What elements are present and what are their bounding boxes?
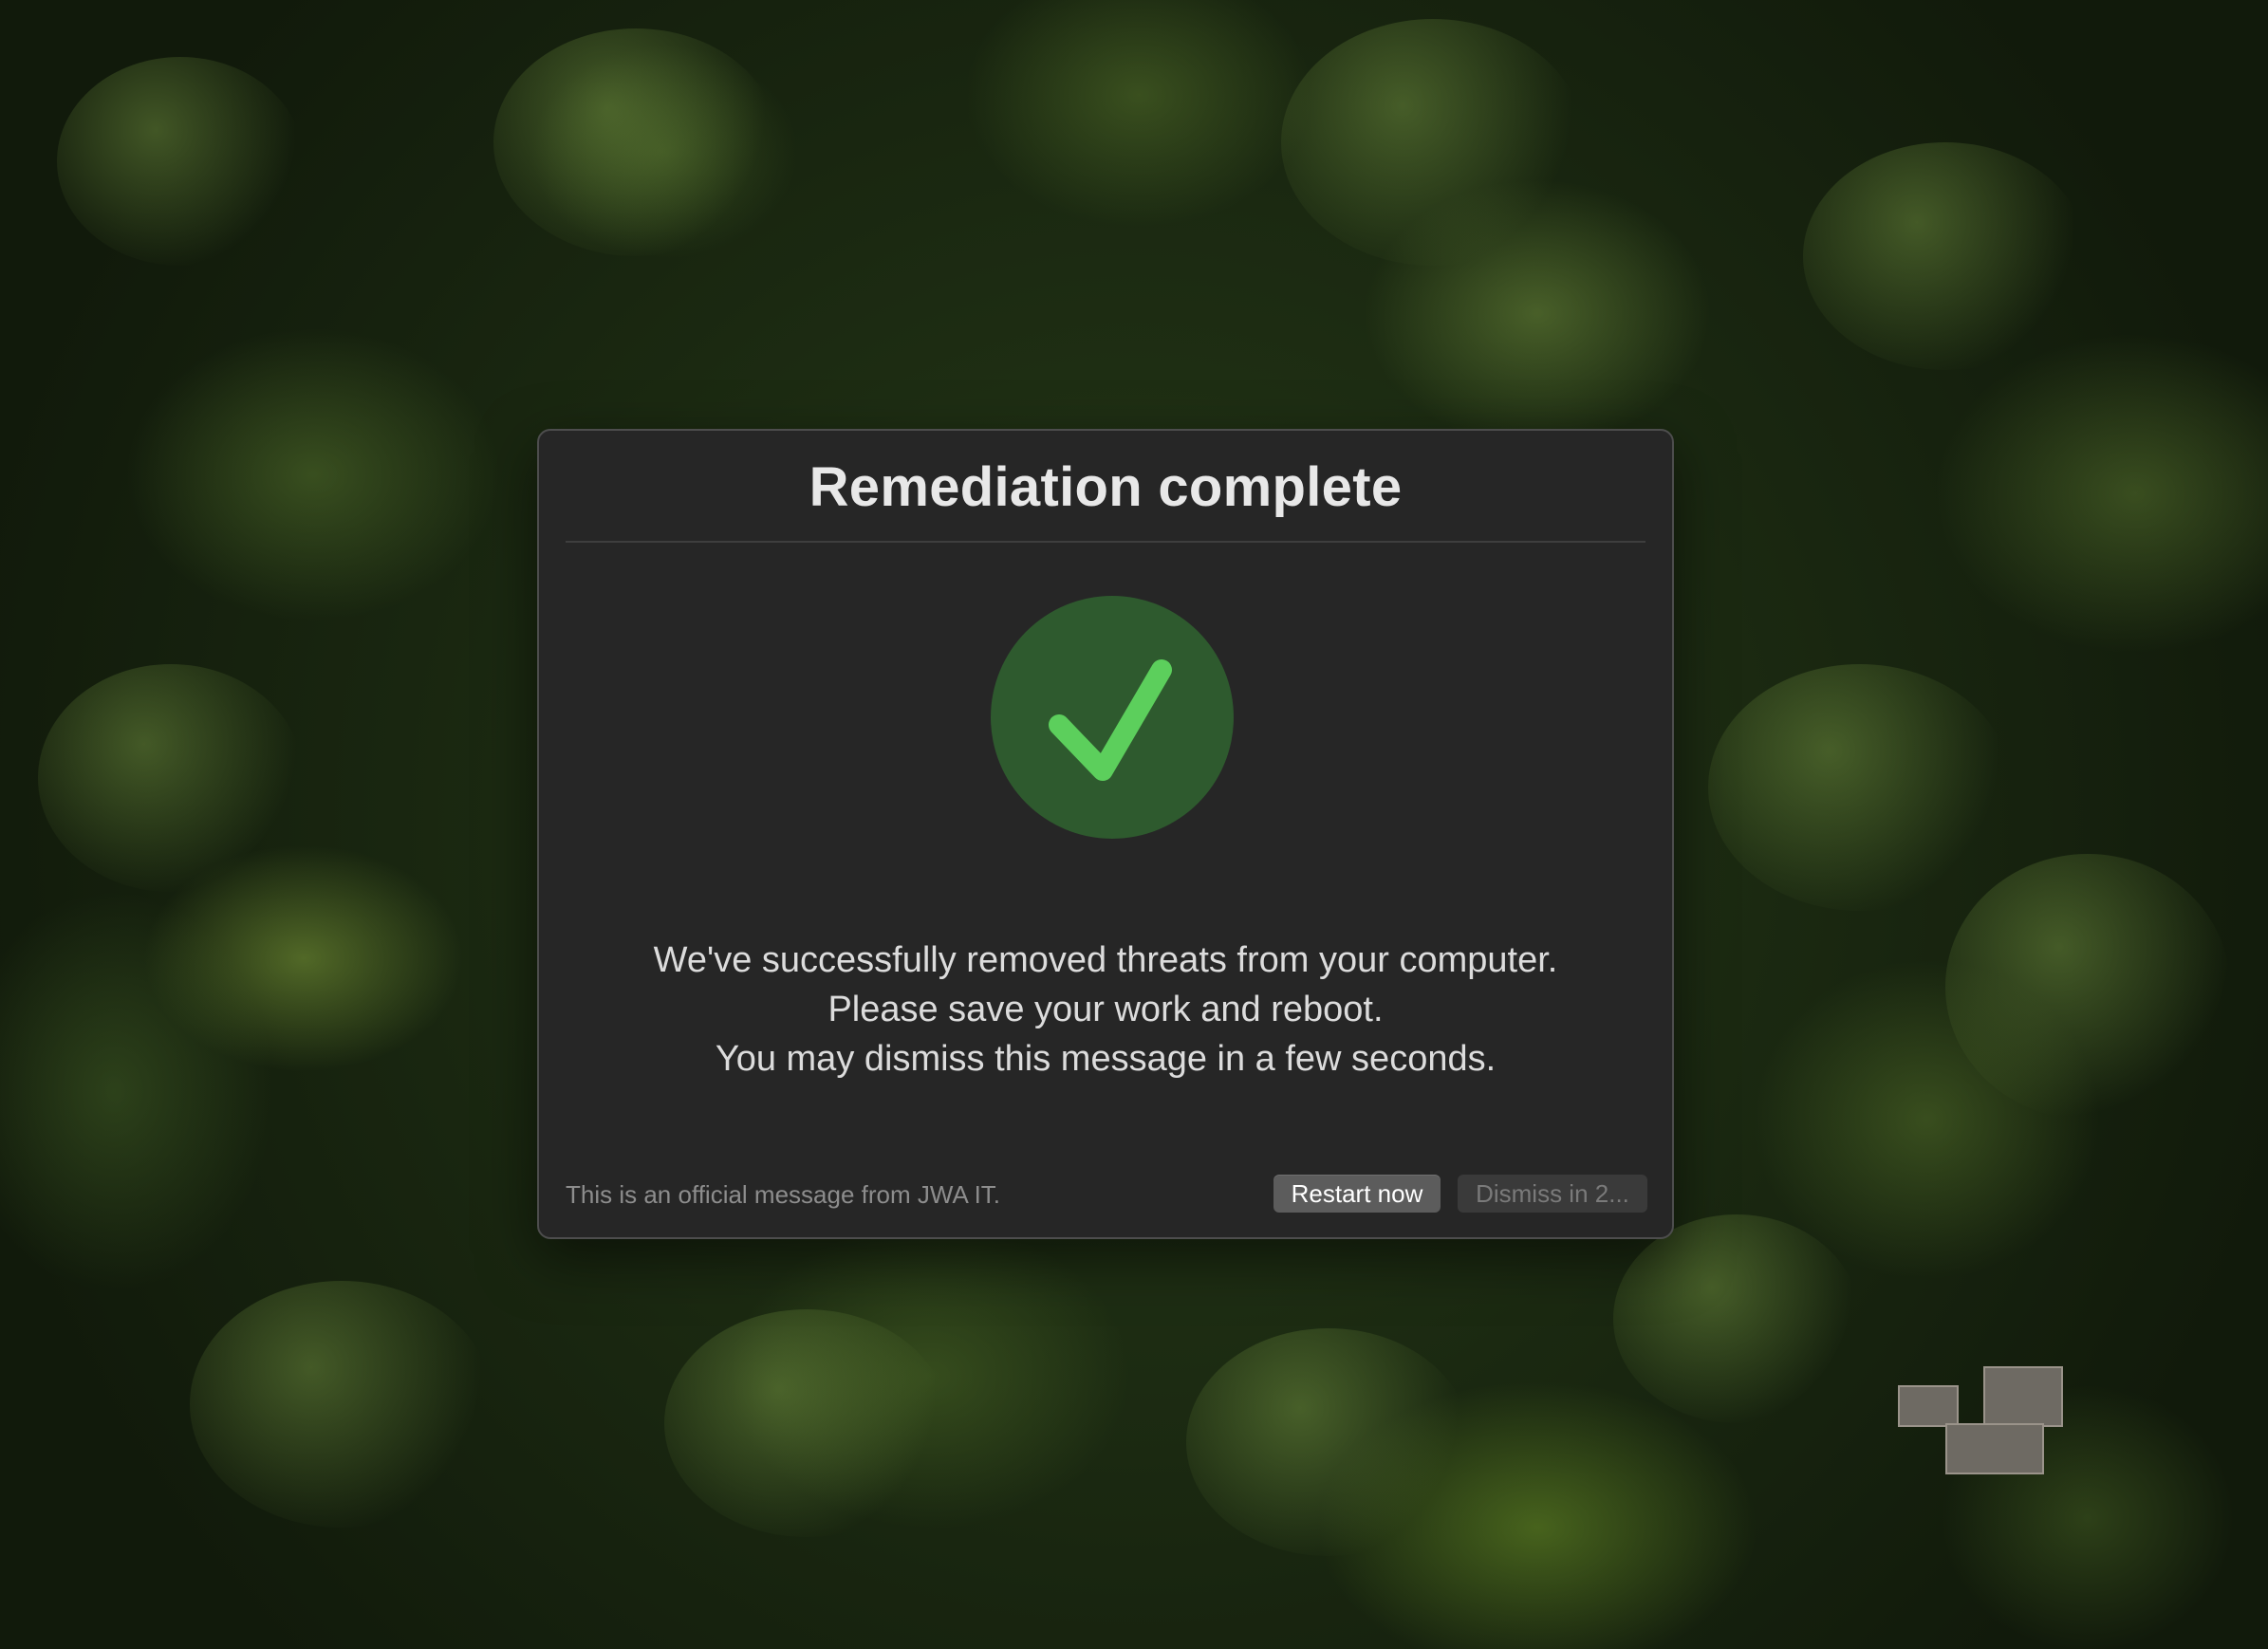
remediation-dialog: Remediation complete We've successfully …	[537, 429, 1674, 1239]
tree-canopy	[38, 664, 304, 892]
desktop-wallpaper: Remediation complete We've successfully …	[0, 0, 2268, 1649]
tree-canopy	[664, 1309, 949, 1537]
message-line: We've successfully removed threats from …	[653, 940, 1558, 980]
tree-canopy	[57, 57, 304, 266]
dismiss-button[interactable]: Dismiss in 2...	[1458, 1175, 1647, 1213]
tree-canopy	[493, 28, 778, 256]
house-rooftop	[1898, 1366, 2078, 1490]
tree-canopy	[1186, 1328, 1471, 1556]
success-badge	[991, 596, 1234, 839]
title-divider	[566, 541, 1645, 543]
checkmark-icon	[1049, 659, 1172, 781]
official-message-note: This is an official message from JWA IT.	[566, 1180, 1001, 1209]
dialog-title: Remediation complete	[809, 456, 1403, 518]
tree-canopy	[190, 1281, 493, 1528]
restart-now-button[interactable]: Restart now	[1273, 1175, 1441, 1213]
message-line: Please save your work and reboot.	[827, 990, 1384, 1029]
tree-canopy	[1945, 854, 2230, 1120]
message-line: You may dismiss this message in a few se…	[715, 1039, 1497, 1079]
dialog-message: We've successfully removed threats from …	[539, 936, 1672, 1084]
tree-canopy	[1803, 142, 2088, 370]
tree-canopy	[1708, 664, 2012, 911]
tree-canopy	[1613, 1214, 1860, 1423]
tree-canopy	[1281, 19, 1585, 266]
